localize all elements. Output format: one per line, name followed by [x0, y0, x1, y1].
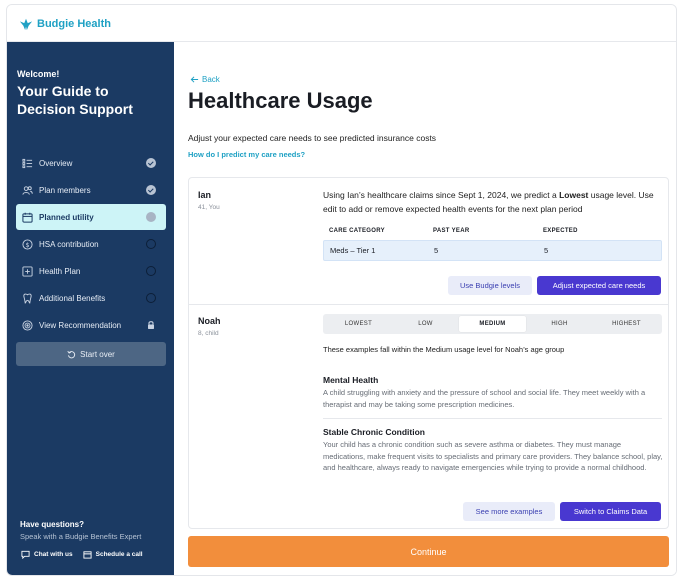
back-link[interactable]: Back — [190, 75, 220, 84]
current-step-indicator — [146, 212, 156, 222]
main-content: Back Healthcare Usage Adjust your expect… — [174, 42, 676, 575]
help-links: Chat with us Schedule a call — [21, 550, 143, 559]
brand-logo[interactable]: Budgie Health — [19, 17, 111, 31]
calendar-icon — [83, 551, 92, 559]
arrow-left-icon — [190, 76, 199, 83]
list-icon — [22, 158, 33, 169]
pending-step-indicator — [146, 293, 156, 303]
svg-text:$: $ — [25, 240, 29, 248]
use-budgie-levels-button[interactable]: Use Budgie levels — [448, 276, 532, 295]
expected-cell: 5 — [544, 246, 549, 255]
how-predict-link[interactable]: How do I predict my care needs? — [188, 150, 305, 159]
sidebar-item-health-plan[interactable]: Health Plan — [16, 258, 166, 284]
sidebar-item-planned-utility[interactable]: Planned utility — [16, 204, 166, 230]
level-option-highest[interactable]: HIGHEST — [593, 316, 660, 332]
page-title: Healthcare Usage — [188, 88, 373, 113]
sidebar-nav: Overview Plan members Planned utility $ … — [16, 150, 166, 339]
calendar-icon — [22, 212, 33, 223]
medical-plus-icon — [22, 265, 33, 277]
dollar-icon: $ — [22, 238, 33, 250]
schedule-call-link[interactable]: Schedule a call — [83, 550, 143, 559]
start-over-button[interactable]: Start over — [16, 342, 166, 366]
sidebar-item-plan-members[interactable]: Plan members — [16, 177, 166, 203]
members-card: Ian 41, You Using Ian’s healthcare claim… — [188, 177, 669, 529]
examples-note: These examples fall within the Medium us… — [323, 345, 565, 354]
column-header: CARE CATEGORY — [329, 228, 385, 234]
example-title: Stable Chronic Condition — [323, 427, 425, 437]
app-window: Budgie Health Welcome! Your Guide to Dec… — [6, 4, 677, 576]
schedule-label: Schedule a call — [95, 551, 143, 558]
sidebar-item-overview[interactable]: Overview — [16, 150, 166, 176]
column-header: EXPECTED — [543, 228, 578, 234]
sidebar-item-label: Planned utility — [39, 212, 94, 222]
start-over-label: Start over — [80, 349, 115, 359]
see-more-examples-button[interactable]: See more examples — [463, 502, 555, 521]
page-subtitle: Adjust your expected care needs to see p… — [188, 133, 437, 143]
continue-button[interactable]: Continue — [188, 536, 669, 567]
care-table: CARE CATEGORY PAST YEAR EXPECTED Meds – … — [323, 222, 662, 261]
example-description: Your child has a chronic condition such … — [323, 440, 663, 472]
tooth-icon — [22, 293, 33, 304]
top-bar: Budgie Health — [7, 5, 676, 42]
level-option-medium[interactable]: MEDIUM — [459, 316, 526, 332]
brand-name: Budgie Health — [37, 18, 111, 30]
level-option-low[interactable]: LOW — [392, 316, 459, 332]
pending-step-indicator — [146, 266, 156, 276]
care-table-header: CARE CATEGORY PAST YEAR EXPECTED — [323, 222, 662, 240]
sidebar-item-label: View Recommendation — [39, 320, 122, 330]
check-icon — [146, 185, 156, 195]
past-year-cell: 5 — [434, 246, 439, 255]
sidebar: Welcome! Your Guide to Decision Support … — [7, 42, 174, 575]
sidebar-item-label: Health Plan — [39, 266, 81, 276]
member-name: Noah — [198, 316, 221, 326]
chat-label: Chat with us — [34, 551, 73, 558]
example-divider — [323, 418, 662, 419]
sidebar-item-view-recommendation[interactable]: View Recommendation — [16, 312, 166, 338]
questions-heading: Have questions? — [20, 520, 85, 529]
back-label: Back — [202, 75, 220, 84]
care-category-cell: Meds – Tier 1 — [330, 246, 376, 255]
adjust-care-needs-button[interactable]: Adjust expected care needs — [537, 276, 661, 295]
member-divider — [189, 304, 668, 305]
sidebar-item-label: Additional Benefits — [39, 293, 106, 303]
level-option-lowest[interactable]: LOWEST — [325, 316, 392, 332]
switch-to-claims-button[interactable]: Switch to Claims Data — [560, 502, 661, 521]
target-icon — [22, 319, 33, 331]
check-icon — [146, 158, 156, 168]
member-name: Ian — [198, 190, 212, 200]
member-meta: 8, child — [198, 330, 219, 337]
level-option-high[interactable]: HIGH — [526, 316, 593, 332]
restart-icon — [67, 350, 76, 358]
usage-level-selector: LOWEST LOW MEDIUM HIGH HIGHEST — [323, 314, 662, 334]
chat-icon — [21, 550, 30, 559]
member-meta: 41, You — [198, 204, 220, 211]
sidebar-item-label: HSA contribution — [39, 239, 99, 249]
budgie-bird-icon — [19, 18, 33, 31]
expert-subtext: Speak with a Budgie Benefits Expert — [20, 532, 142, 541]
chat-link[interactable]: Chat with us — [21, 550, 73, 559]
example-title: Mental Health — [323, 375, 379, 385]
sidebar-item-label: Plan members — [39, 185, 91, 195]
people-icon — [22, 185, 33, 196]
sidebar-item-additional-benefits[interactable]: Additional Benefits — [16, 285, 166, 311]
table-row: Meds – Tier 1 5 5 — [323, 240, 662, 261]
sidebar-item-label: Overview — [39, 158, 73, 168]
welcome-text: Welcome! — [17, 69, 60, 79]
prediction-text: Using Ian’s healthcare claims since Sept… — [323, 190, 654, 214]
sidebar-item-hsa-contribution[interactable]: $ HSA contribution — [16, 231, 166, 257]
column-header: PAST YEAR — [433, 228, 470, 234]
sidebar-title: Your Guide to Decision Support — [17, 83, 133, 117]
example-description: A child struggling with anxiety and the … — [323, 388, 646, 409]
pending-step-indicator — [146, 239, 156, 249]
lock-icon — [146, 320, 156, 330]
